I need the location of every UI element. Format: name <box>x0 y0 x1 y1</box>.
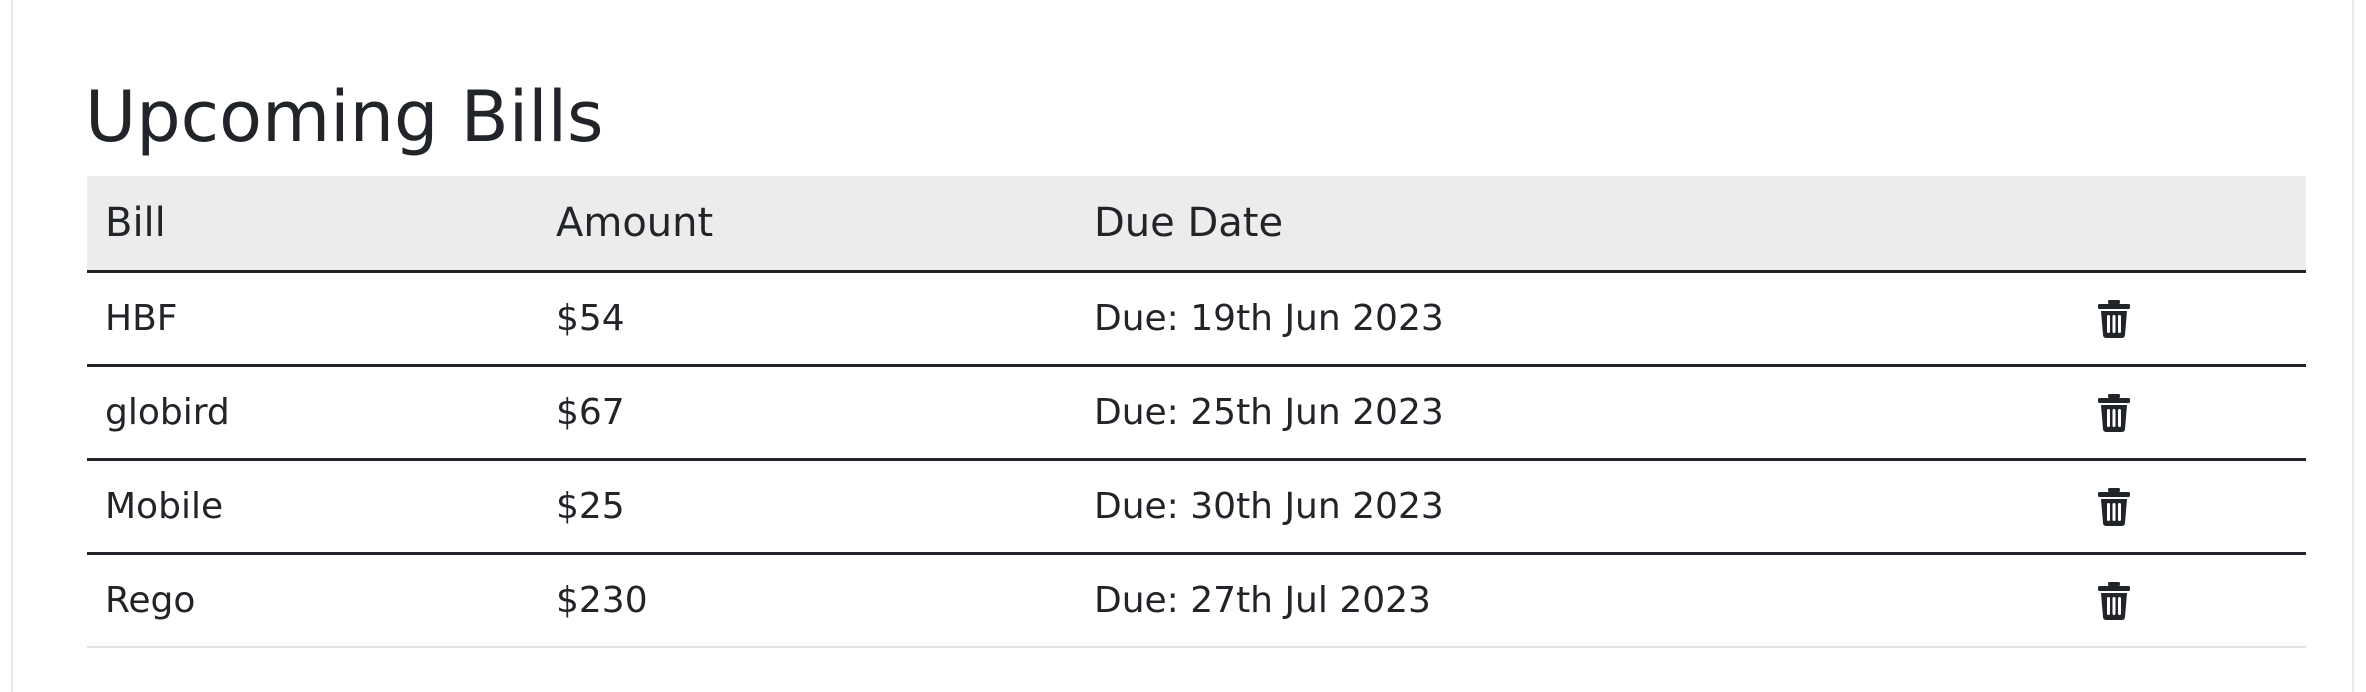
delete-bill-button[interactable] <box>2097 393 2137 433</box>
bill-actions-cell <box>2097 459 2306 555</box>
delete-bill-button[interactable] <box>2097 299 2137 339</box>
table-row: Mobile $25 Due: 30th Jun 2023 <box>87 459 2306 555</box>
delete-bill-button[interactable] <box>2097 487 2137 527</box>
bill-due-date-cell: Due: 30th Jun 2023 <box>1076 459 2097 555</box>
bills-table: Bill Amount Due Date HBF $54 Due: 19th J… <box>87 176 2306 648</box>
bills-card: Upcoming Bills Bill Amount Due Date HBF … <box>11 0 2354 692</box>
table-row: Rego $230 Due: 27th Jul 2023 <box>87 553 2306 648</box>
table-header-row: Bill Amount Due Date <box>87 176 2306 273</box>
column-header-bill: Bill <box>87 176 538 273</box>
bill-name-cell: Mobile <box>87 459 538 555</box>
bill-actions-cell <box>2097 553 2306 648</box>
trash-icon <box>2097 300 2137 338</box>
bill-name-cell: Rego <box>87 553 538 648</box>
column-header-amount: Amount <box>538 176 1076 273</box>
table-row: HBF $54 Due: 19th Jun 2023 <box>87 271 2306 367</box>
page-title: Upcoming Bills <box>85 76 604 158</box>
trash-icon <box>2097 394 2137 432</box>
bill-amount-cell: $54 <box>538 271 1076 367</box>
bill-name-cell: HBF <box>87 271 538 367</box>
bill-due-date-cell: Due: 27th Jul 2023 <box>1076 553 2097 648</box>
trash-icon <box>2097 488 2137 526</box>
table-row: globird $67 Due: 25th Jun 2023 <box>87 365 2306 461</box>
table-header: Bill Amount Due Date <box>87 176 2306 273</box>
bill-due-date-cell: Due: 19th Jun 2023 <box>1076 271 2097 367</box>
bill-due-date-cell: Due: 25th Jun 2023 <box>1076 365 2097 461</box>
bill-amount-cell: $230 <box>538 553 1076 648</box>
bill-actions-cell <box>2097 271 2306 367</box>
column-header-actions <box>2097 176 2306 273</box>
delete-bill-button[interactable] <box>2097 581 2137 621</box>
bill-name-cell: globird <box>87 365 538 461</box>
bill-amount-cell: $25 <box>538 459 1076 555</box>
column-header-due-date: Due Date <box>1076 176 2097 273</box>
trash-icon <box>2097 582 2137 621</box>
table-body: HBF $54 Due: 19th Jun 2023 globird $67 D… <box>87 271 2306 648</box>
bill-amount-cell: $67 <box>538 365 1076 461</box>
bill-actions-cell <box>2097 365 2306 461</box>
